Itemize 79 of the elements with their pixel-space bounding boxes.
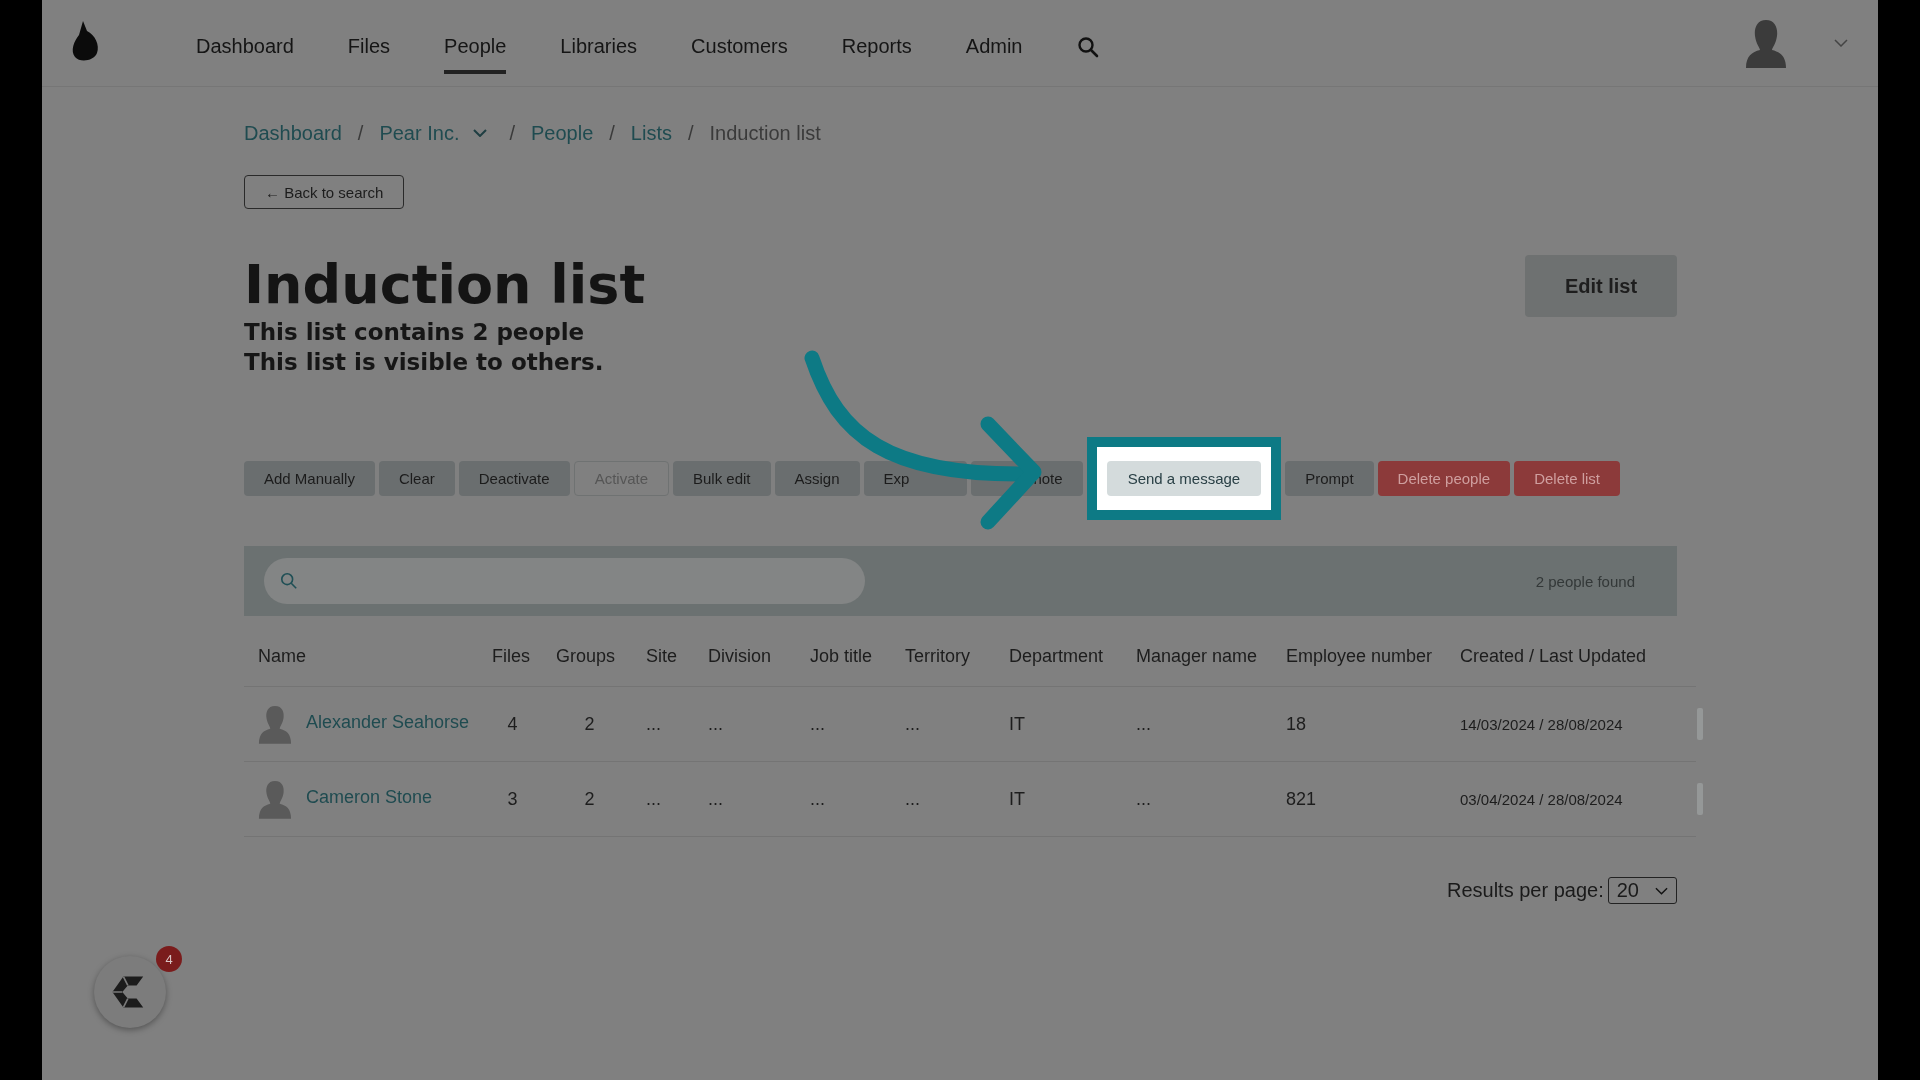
edit-list-button[interactable]: Edit list [1525, 255, 1677, 317]
column-header: Job title [809, 626, 904, 687]
chevron-down-icon [1655, 886, 1668, 895]
column-header: Files [491, 626, 555, 687]
table-cell: ... [1136, 788, 1151, 809]
chevron-down-icon[interactable] [473, 129, 488, 137]
column-header: Name [244, 626, 491, 687]
chat-launcher-button[interactable] [94, 956, 166, 1028]
table-cell: ... [810, 788, 825, 809]
breadcrumb-current: Induction list [709, 121, 821, 145]
column-header: Manager name [1135, 626, 1285, 687]
nav-link[interactable]: Admin [965, 20, 1023, 74]
breadcrumb-separator: / [509, 121, 515, 145]
action-button[interactable]: Add Manually [244, 460, 375, 496]
table-cell: 821 [1286, 788, 1317, 809]
breadcrumb-separator: / [357, 121, 364, 145]
person-avatar-icon [258, 704, 292, 745]
search-icon [280, 572, 298, 591]
back-button[interactable]: ← Back to search [244, 175, 405, 209]
table-cell: ... [905, 713, 920, 734]
user-avatar-icon[interactable] [1744, 18, 1788, 68]
nav-link[interactable]: People [444, 20, 507, 74]
nav-link[interactable]: Libraries [560, 20, 638, 74]
row-scroll-handle [1697, 707, 1703, 740]
action-button[interactable]: Clear [378, 460, 455, 496]
nav-link[interactable]: Files [347, 20, 391, 74]
page-size-select[interactable]: 20 [1607, 877, 1677, 905]
nav-link[interactable]: Customers [691, 20, 788, 74]
table-cell: ... [646, 713, 661, 734]
breadcrumb-link[interactable]: People [531, 121, 594, 145]
breadcrumb-separator: / [688, 121, 694, 145]
table-cell: ... [708, 713, 723, 734]
column-header: Created / Last Updated [1459, 626, 1696, 687]
table-cell: 2 [584, 788, 595, 809]
action-button[interactable]: Bulk edit [673, 460, 771, 496]
table-cell: ... [708, 788, 723, 809]
notification-badge: 4 [156, 946, 182, 972]
table-cell: ... [646, 788, 661, 809]
list-summary: This list is visible to others. [244, 348, 605, 378]
table-cell: 3 [507, 788, 518, 809]
results-per-page-label: Results per page: [1447, 879, 1604, 903]
table-cell: 2 [584, 713, 595, 734]
table-cell: 18 [1286, 713, 1307, 734]
action-button[interactable]: Assign [774, 460, 860, 496]
action-button[interactable]: Prompt [1285, 460, 1374, 496]
table-cell: ... [1136, 713, 1151, 734]
action-button[interactable]: Delete people [1377, 460, 1511, 496]
column-header: Territory [904, 626, 1008, 687]
table-cell: 14/03/2024 / 28/08/2024 [1460, 715, 1623, 733]
table-cell: IT [1009, 713, 1025, 734]
row-scroll-handle [1697, 783, 1703, 816]
send-message-button[interactable]: Send a message [1106, 460, 1262, 496]
breadcrumb-separator: / [609, 121, 615, 145]
breadcrumb-link[interactable]: Dashboard [244, 121, 342, 145]
breadcrumb-dropdown[interactable]: Pear Inc. [379, 121, 488, 145]
table-cell: ... [905, 788, 920, 809]
chevron-down-icon[interactable] [1834, 39, 1848, 47]
page-title: Induction list [244, 255, 646, 315]
action-button[interactable]: Deactivate [458, 460, 570, 496]
nav-link[interactable]: Dashboard [196, 20, 294, 74]
person-name-link[interactable]: Alexander Seahorse [306, 711, 470, 733]
column-header: Department [1008, 626, 1135, 687]
breadcrumb-link[interactable]: Lists [630, 121, 672, 145]
table-cell: IT [1009, 788, 1025, 809]
person-name-link[interactable]: Cameron Stone [306, 786, 433, 808]
column-header: Site [645, 626, 707, 687]
column-header: Division [707, 626, 809, 687]
nav-link[interactable]: Reports [841, 20, 912, 74]
list-summary: This list contains 2 people [244, 318, 586, 348]
search-icon[interactable] [1076, 36, 1099, 58]
column-header: Employee number [1285, 626, 1459, 687]
result-count: 2 people found [1535, 572, 1635, 590]
action-button[interactable]: Delete list [1514, 460, 1620, 496]
table-cell: 4 [507, 713, 518, 734]
column-header: Groups [555, 626, 645, 687]
search-field[interactable] [264, 558, 865, 605]
person-avatar-icon [258, 779, 292, 820]
table-cell: ... [810, 713, 825, 734]
table-cell: 03/04/2024 / 28/08/2024 [1460, 790, 1623, 808]
